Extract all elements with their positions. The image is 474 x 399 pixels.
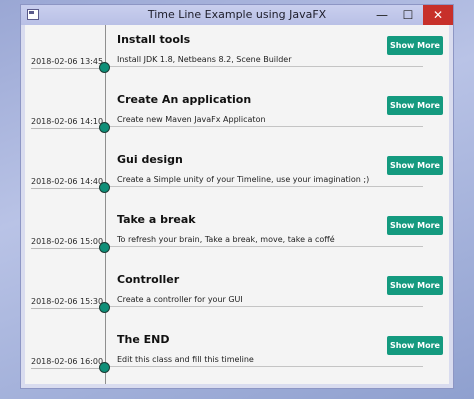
timeline-entry: Take a break To refresh your brain, Take… [25,205,449,265]
entry-divider [105,126,423,127]
app-window: Time Line Example using JavaFX — ☐ ✕ Ins… [20,4,454,389]
entry-date: 2018-02-06 14:10 [31,117,104,126]
timeline-dot-icon [99,302,110,313]
entry-divider [105,366,423,367]
entry-description: Install JDK 1.8, Netbeans 8.2, Scene Bui… [117,55,292,64]
show-more-button[interactable]: Show More [387,96,443,115]
timeline-entry: Gui design Create a Simple unity of your… [25,145,449,205]
entry-description: Create new Maven JavaFx Applicaton [117,115,266,124]
date-underline [31,368,99,369]
entry-title: Create An application [117,93,252,106]
show-more-button[interactable]: Show More [387,336,443,355]
date-underline [31,128,99,129]
date-underline [31,248,99,249]
timeline-dot-icon [99,122,110,133]
timeline-entry: Install tools Install JDK 1.8, Netbeans … [25,25,449,85]
timeline-dot-icon [99,182,110,193]
entry-description: To refresh your brain, Take a break, mov… [117,235,335,244]
entry-date: 2018-02-06 16:00 [31,357,104,366]
timeline-entry: The END Edit this class and fill this ti… [25,325,449,384]
show-more-button[interactable]: Show More [387,36,443,55]
entry-description: Create a controller for your GUI [117,295,243,304]
entry-date: 2018-02-06 14:40 [31,177,104,186]
entry-date: 2018-02-06 15:00 [31,237,104,246]
timeline-entry: Create An application Create new Maven J… [25,85,449,145]
date-underline [31,308,99,309]
entry-divider [105,306,423,307]
maximize-button[interactable]: ☐ [395,5,421,25]
timeline-dot-icon [99,362,110,373]
title-bar[interactable]: Time Line Example using JavaFX — ☐ ✕ [21,5,453,25]
entry-date: 2018-02-06 15:30 [31,297,104,306]
entry-divider [105,246,423,247]
entry-description: Edit this class and fill this timeline [117,355,254,364]
timeline-dot-icon [99,62,110,73]
entry-divider [105,186,423,187]
entry-divider [105,66,423,67]
entry-title: Controller [117,273,180,286]
entry-date: 2018-02-06 13:45 [31,57,104,66]
entry-title: The END [117,333,170,346]
close-button[interactable]: ✕ [423,5,453,25]
timeline-dot-icon [99,242,110,253]
timeline-panel: Install tools Install JDK 1.8, Netbeans … [25,25,449,384]
entry-title: Gui design [117,153,183,166]
date-underline [31,68,99,69]
entry-description: Create a Simple unity of your Timeline, … [117,175,370,184]
show-more-button[interactable]: Show More [387,156,443,175]
entry-title: Install tools [117,33,191,46]
entry-title: Take a break [117,213,196,226]
timeline-entry: Controller Create a controller for your … [25,265,449,325]
show-more-button[interactable]: Show More [387,276,443,295]
date-underline [31,188,99,189]
show-more-button[interactable]: Show More [387,216,443,235]
minimize-button[interactable]: — [369,5,395,25]
